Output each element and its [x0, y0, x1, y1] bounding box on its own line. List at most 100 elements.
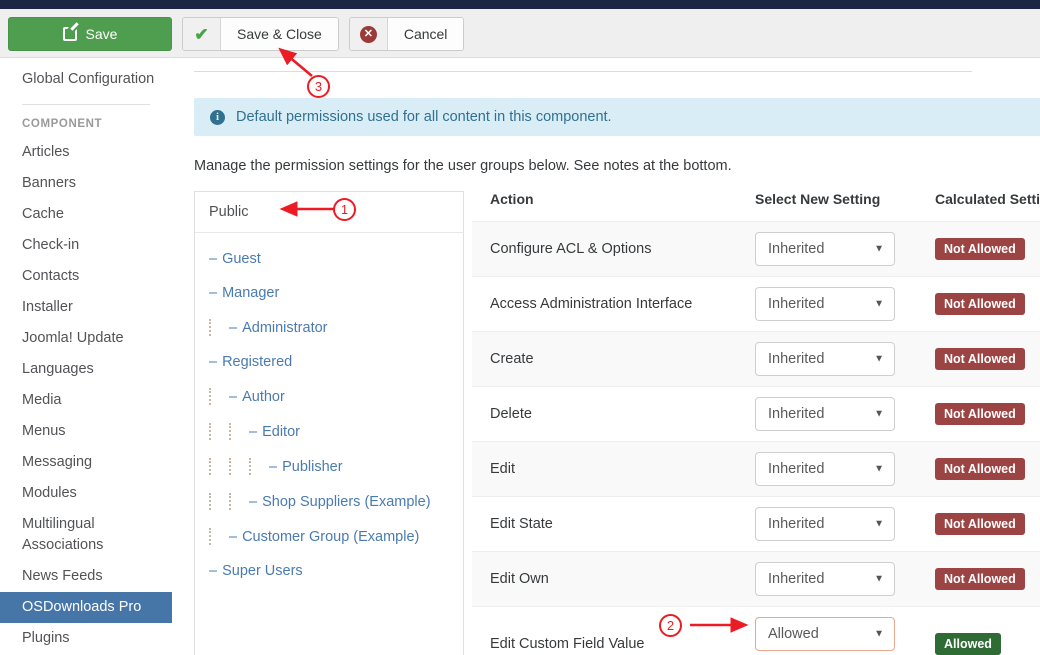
sidebar-item-check-in[interactable]: Check-in — [0, 230, 172, 261]
sidebar-item-articles[interactable]: Articles — [0, 137, 172, 168]
sidebar-item-media[interactable]: Media — [0, 385, 172, 416]
group-item-shop-suppliers[interactable]: – Shop Suppliers (Example) — [195, 484, 463, 519]
table-row: Edit Own Inherited ▼ Not Allowed — [472, 551, 1040, 607]
tree-guide-icon — [209, 388, 211, 405]
content-area: i Default permissions used for all conte… — [172, 58, 1040, 655]
tree-dash: – — [229, 388, 238, 405]
group-item-customer-group[interactable]: – Customer Group (Example) — [195, 519, 463, 554]
setting-select[interactable]: Inherited ▼ — [755, 287, 895, 321]
sidebar-item-osdownloads-pro[interactable]: OSDownloads Pro — [0, 592, 172, 623]
table-row: Edit Custom Field Value Allowed ▼ ✔ Allo… — [472, 606, 1040, 655]
status-badge: Not Allowed — [935, 513, 1025, 535]
sidebar-item-installer[interactable]: Installer — [0, 292, 172, 323]
calculated-cell: Not Allowed — [917, 221, 1040, 277]
sidebar-item-menus[interactable]: Menus — [0, 416, 172, 447]
setting-select-value: Inherited — [768, 241, 825, 257]
setting-cell: Inherited ▼ — [737, 331, 917, 387]
chevron-down-icon: ▼ — [874, 573, 884, 585]
group-item-label: Guest — [222, 251, 261, 267]
group-item-label: Shop Suppliers (Example) — [262, 493, 431, 510]
group-item-label: Author — [242, 388, 285, 405]
setting-cell: Inherited ▼ — [737, 441, 917, 497]
group-item-publisher[interactable]: – Publisher — [195, 449, 463, 484]
calculated-cell: Not Allowed — [917, 331, 1040, 387]
table-header-row: Action Select New Setting Calculated Set… — [472, 191, 1040, 222]
group-item-manager[interactable]: – Manager — [195, 276, 463, 310]
action-label: Edit State — [472, 496, 737, 552]
info-alert: i Default permissions used for all conte… — [194, 98, 1040, 136]
group-item-label: Registered — [222, 354, 293, 370]
info-alert-text: Default permissions used for all content… — [236, 109, 612, 125]
sidebar-item-global-configuration[interactable]: Global Configuration — [0, 64, 172, 95]
group-item-author[interactable]: – Author — [195, 379, 463, 414]
status-badge: Not Allowed — [935, 293, 1025, 315]
sidebar-item-cache[interactable]: Cache — [0, 199, 172, 230]
status-badge: Not Allowed — [935, 568, 1025, 590]
setting-select[interactable]: Inherited ▼ — [755, 397, 895, 431]
chevron-down-icon: ▼ — [874, 353, 884, 365]
action-label: Edit Custom Field Value — [472, 606, 737, 655]
group-item-label: Editor — [262, 423, 300, 440]
chevron-down-icon: ▼ — [874, 628, 884, 640]
setting-select-edit-custom-field-value[interactable]: Allowed ▼ — [755, 617, 895, 651]
group-item-guest[interactable]: – Guest — [195, 242, 463, 276]
group-item-editor[interactable]: – Editor — [195, 414, 463, 449]
setting-select[interactable]: Inherited ▼ — [755, 232, 895, 266]
save-button[interactable]: Save — [8, 17, 172, 51]
group-item-super-users[interactable]: – Super Users — [195, 554, 463, 588]
tree-dash: – — [209, 354, 218, 370]
tree-guide-icon — [209, 528, 211, 545]
tree-dash: – — [269, 458, 278, 475]
column-header-action: Action — [490, 191, 534, 207]
group-item-label: Publisher — [282, 458, 343, 475]
setting-select[interactable]: Inherited ▼ — [755, 342, 895, 376]
sidebar-item-news-feeds[interactable]: News Feeds — [0, 561, 172, 592]
setting-cell: Allowed ▼ ✔ — [737, 606, 917, 655]
group-item-registered[interactable]: – Registered — [195, 345, 463, 379]
setting-select-value: Inherited — [768, 571, 825, 587]
group-item-label: Super Users — [222, 563, 303, 579]
save-and-close-button[interactable]: ✔ Save & Close — [182, 17, 339, 51]
action-label-text: Edit Custom Field Value — [490, 636, 645, 652]
setting-select-value: Inherited — [768, 296, 825, 312]
tree-guide-icon — [209, 423, 211, 440]
table-row: Delete Inherited ▼ Not Allowed — [472, 386, 1040, 442]
tree-guide-icon — [209, 458, 211, 475]
sidebar-item-contacts[interactable]: Contacts — [0, 261, 172, 292]
tree-dash: – — [229, 319, 238, 336]
column-header-select-new-setting: Select New Setting — [755, 191, 881, 207]
status-badge: Not Allowed — [935, 238, 1025, 260]
calculated-cell: Allowed — [917, 606, 1040, 655]
setting-select[interactable]: Inherited ▼ — [755, 452, 895, 486]
table-row: Edit Inherited ▼ Not Allowed — [472, 441, 1040, 497]
status-badge: Not Allowed — [935, 403, 1025, 425]
status-badge: Allowed — [935, 633, 1001, 655]
save-and-close-label[interactable]: Save & Close — [221, 18, 338, 50]
group-item-label: Manager — [222, 285, 280, 301]
user-group-tree: Public – Guest – Manager – Administrator… — [194, 191, 464, 655]
sidebar-item-joomla-update[interactable]: Joomla! Update — [0, 323, 172, 354]
check-icon: ✔ — [183, 18, 221, 50]
sidebar-item-modules[interactable]: Modules — [0, 478, 172, 509]
setting-select-value: Inherited — [768, 406, 825, 422]
tree-guide-icon — [229, 458, 231, 475]
table-row: Configure ACL & Options Inherited ▼ Not … — [472, 221, 1040, 277]
sidebar-item-banners[interactable]: Banners — [0, 168, 172, 199]
cancel-button[interactable]: ✕ Cancel — [348, 17, 465, 51]
chevron-down-icon: ▼ — [874, 463, 884, 475]
setting-select[interactable]: Inherited ▼ — [755, 507, 895, 541]
sidebar-divider — [22, 104, 150, 105]
tree-guide-icon — [229, 423, 231, 440]
setting-changed-check-icon: ✔ — [765, 651, 779, 655]
setting-select[interactable]: Inherited ▼ — [755, 562, 895, 596]
sidebar-item-languages[interactable]: Languages — [0, 354, 172, 385]
cancel-label[interactable]: Cancel — [387, 18, 464, 50]
pencil-square-icon — [62, 27, 77, 41]
group-item-administrator[interactable]: – Administrator — [195, 310, 463, 345]
group-tab-public[interactable]: Public — [194, 191, 464, 232]
table-row: Edit State Inherited ▼ Not Allowed — [472, 496, 1040, 552]
sidebar-item-messaging[interactable]: Messaging — [0, 447, 172, 478]
sidebar-item-multilingual-associations[interactable]: Multilingual Associations — [0, 509, 172, 561]
calculated-cell: Not Allowed — [917, 276, 1040, 332]
sidebar-item-plugins[interactable]: Plugins — [0, 623, 172, 654]
